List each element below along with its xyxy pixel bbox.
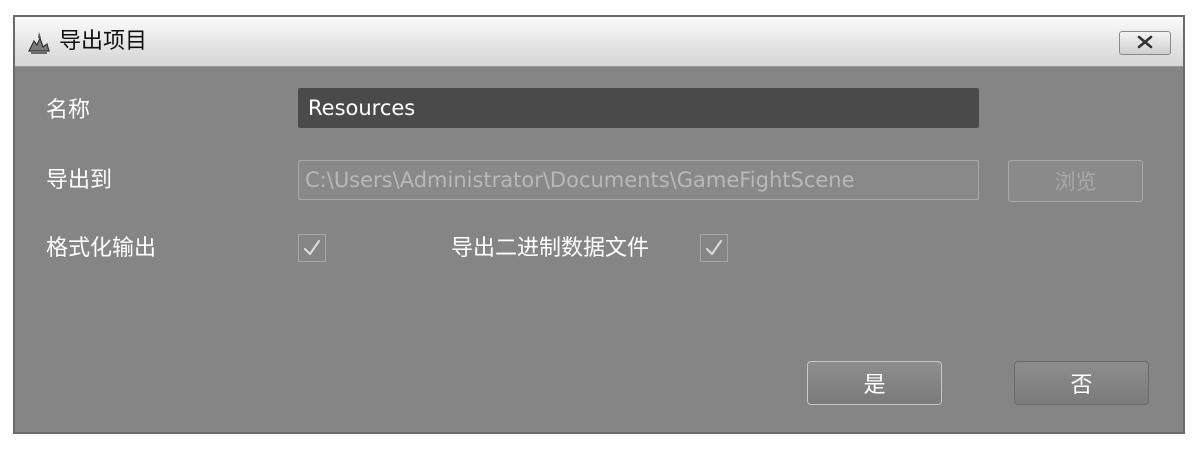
export-project-dialog: 导出项目 名称 导出到 浏览 格式化输出 导出二进制数据文件 是 否 [13, 15, 1185, 434]
no-button[interactable]: 否 [1014, 361, 1149, 405]
export-binary-checkbox[interactable] [700, 234, 728, 262]
export-binary-label: 导出二进制数据文件 [451, 236, 650, 261]
window-title: 导出项目 [59, 29, 148, 54]
title-bar: 导出项目 [15, 17, 1183, 67]
name-input[interactable] [298, 88, 979, 128]
check-icon [301, 237, 323, 259]
check-icon [703, 237, 725, 259]
export-to-label: 导出到 [46, 168, 113, 193]
yes-button[interactable]: 是 [807, 361, 942, 405]
format-output-checkbox[interactable] [298, 234, 326, 262]
close-icon [1135, 34, 1155, 53]
name-label: 名称 [46, 98, 91, 123]
format-output-label: 格式化输出 [46, 236, 157, 261]
browse-button[interactable]: 浏览 [1008, 160, 1143, 202]
close-button[interactable] [1119, 31, 1171, 55]
export-path-input[interactable] [298, 160, 979, 200]
app-icon [26, 29, 52, 55]
